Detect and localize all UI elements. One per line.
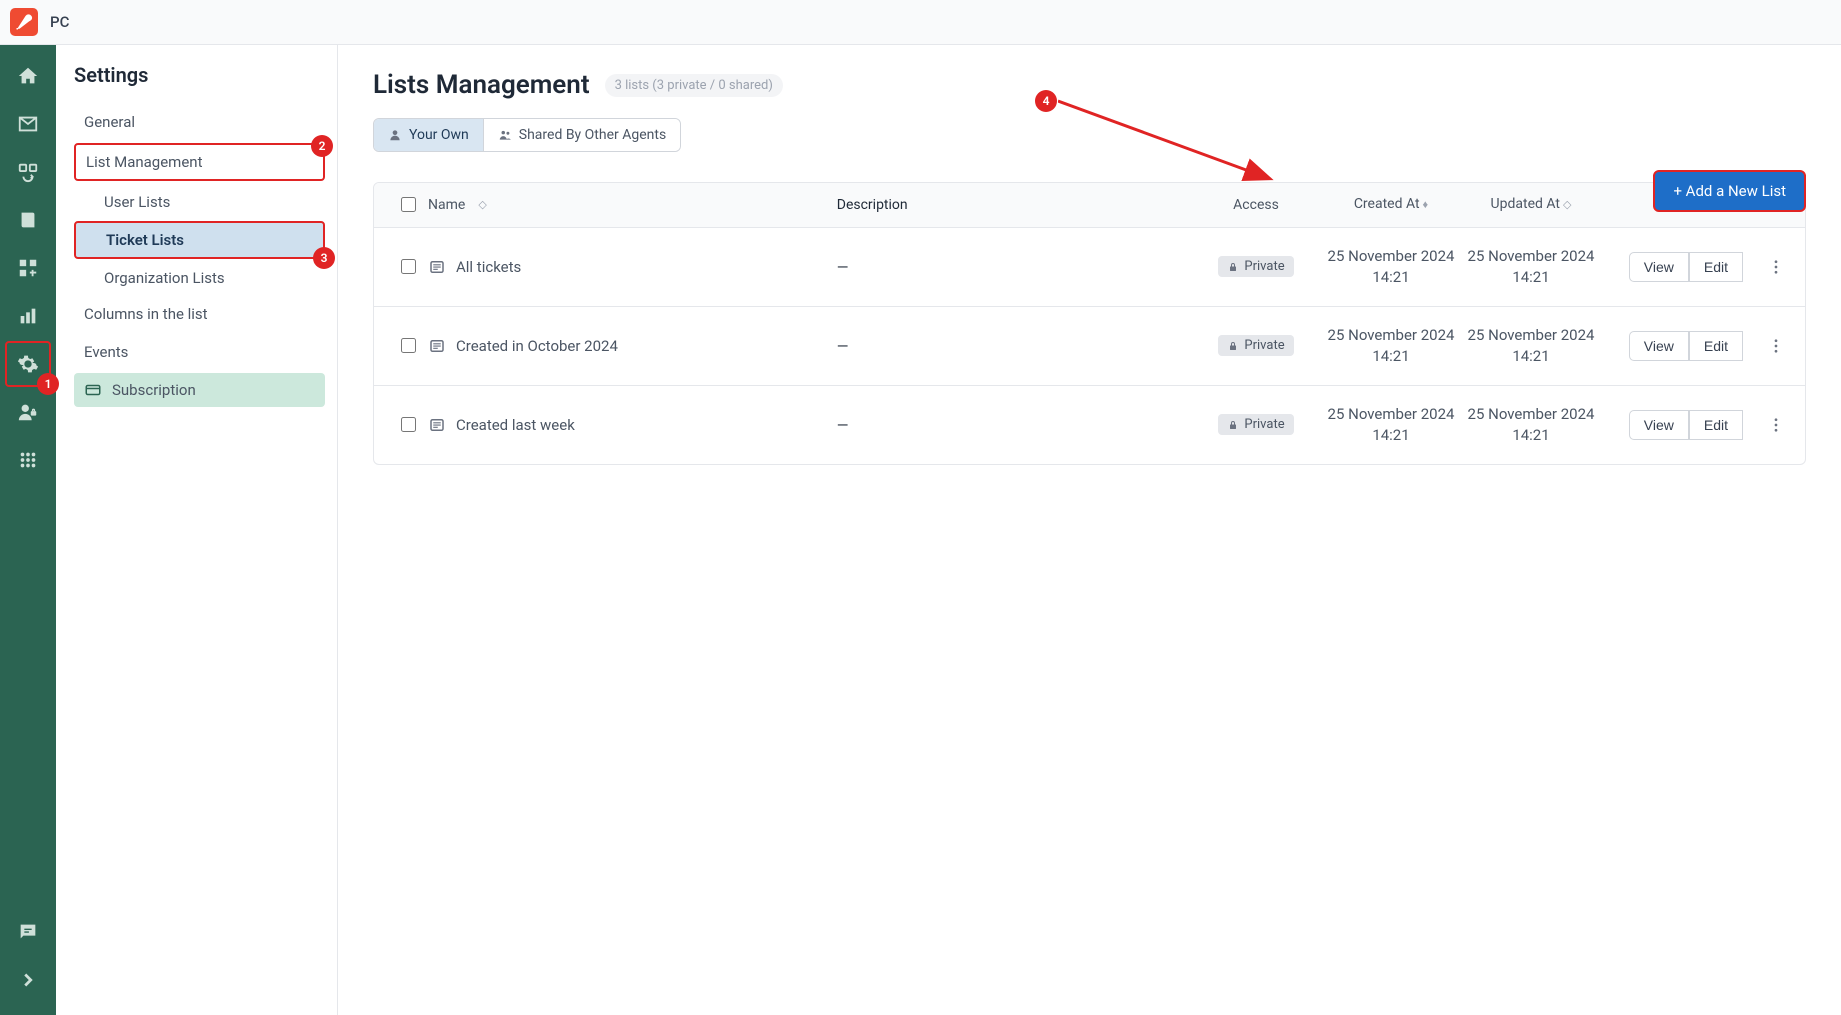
edit-button[interactable]: Edit	[1689, 331, 1743, 361]
sidebar-item-label: List Management	[86, 153, 202, 171]
nav-apps[interactable]	[5, 437, 51, 483]
credit-card-icon	[84, 381, 102, 399]
col-name[interactable]: Name	[428, 197, 465, 213]
sidebar-item-general[interactable]: General	[74, 105, 325, 139]
table-row: All tickets — Private 25 November 202414:21…	[374, 228, 1805, 307]
list-icon	[428, 258, 446, 276]
sidebar-item-list-management[interactable]: List Management 2	[74, 143, 325, 181]
row-created: 25 November 202414:21	[1321, 325, 1461, 367]
row-created: 25 November 202414:21	[1321, 246, 1461, 288]
row-description: —	[837, 337, 1191, 355]
sidebar-heading: Settings	[74, 63, 325, 87]
nav-expand[interactable]	[5, 957, 51, 1003]
sort-icon: ♦	[1423, 198, 1429, 211]
view-button[interactable]: View	[1629, 410, 1689, 440]
view-button[interactable]: View	[1629, 252, 1689, 282]
nav-user-lock[interactable]	[5, 389, 51, 435]
access-badge: Private	[1218, 414, 1293, 435]
row-description: —	[837, 258, 1191, 276]
sidebar-item-columns[interactable]: Columns in the list	[74, 297, 325, 331]
nav-book[interactable]	[5, 197, 51, 243]
row-description: —	[837, 416, 1191, 434]
table-row: Created in October 2024 — Private 25 Novemb…	[374, 307, 1805, 386]
users-icon	[498, 128, 512, 142]
select-all-checkbox[interactable]	[401, 197, 416, 212]
access-badge: Private	[1218, 335, 1293, 356]
row-updated: 25 November 202414:21	[1461, 246, 1601, 288]
sidebar-item-label: Ticket Lists	[106, 231, 184, 249]
settings-sidebar: Settings General List Management 2 User …	[56, 45, 338, 1015]
row-created: 25 November 202414:21	[1321, 404, 1461, 446]
main-content: Lists Management 3 lists (3 private / 0 …	[338, 45, 1841, 1015]
nav-reports[interactable]	[5, 293, 51, 339]
col-created[interactable]: Created At	[1354, 196, 1420, 212]
annotation-4: 4	[1035, 90, 1057, 112]
nav-mail[interactable]	[5, 101, 51, 147]
row-menu-button[interactable]	[1761, 416, 1791, 434]
nav-home[interactable]	[5, 53, 51, 99]
edit-button[interactable]: Edit	[1689, 252, 1743, 282]
page-title: Lists Management	[373, 70, 590, 100]
topbar: PC	[0, 0, 1841, 45]
sidebar-item-subscription[interactable]: Subscription	[74, 373, 325, 407]
row-name: Created last week	[456, 416, 575, 434]
row-name: All tickets	[456, 258, 521, 276]
col-access[interactable]: Access	[1233, 197, 1279, 213]
nav-add-grid[interactable]	[5, 245, 51, 291]
sidebar-item-label: Subscription	[112, 381, 196, 399]
edit-button[interactable]: Edit	[1689, 410, 1743, 440]
nav-sidebar: 1	[0, 45, 56, 1015]
row-updated: 25 November 202414:21	[1461, 404, 1601, 446]
user-icon	[388, 128, 402, 142]
nav-chat[interactable]	[5, 909, 51, 955]
sort-icon: ◇	[1563, 198, 1571, 211]
sidebar-sub-user-lists[interactable]: User Lists	[74, 185, 325, 219]
sidebar-sub-org-lists[interactable]: Organization Lists	[74, 261, 325, 295]
app-logo	[10, 8, 38, 36]
annotation-arrow	[1058, 93, 1278, 188]
access-badge: Private	[1218, 256, 1293, 277]
row-checkbox[interactable]	[401, 338, 416, 353]
tab-label: Shared By Other Agents	[519, 127, 666, 143]
row-name: Created in October 2024	[456, 337, 618, 355]
row-menu-button[interactable]	[1761, 337, 1791, 355]
list-icon	[428, 416, 446, 434]
lock-icon	[1227, 419, 1239, 431]
row-checkbox[interactable]	[401, 417, 416, 432]
table-header: Name ◇ Description Access Created At♦ Upd…	[374, 183, 1805, 228]
sort-icon: ◇	[478, 198, 486, 211]
tab-your-own[interactable]: Your Own	[374, 119, 483, 151]
lock-icon	[1227, 261, 1239, 273]
table-row: Created last week — Private 25 November 202…	[374, 386, 1805, 464]
tab-label: Your Own	[409, 127, 469, 143]
add-new-list-button[interactable]: + Add a New List	[1653, 170, 1806, 212]
col-description[interactable]: Description	[837, 197, 908, 213]
lock-icon	[1227, 340, 1239, 352]
annotation-2: 2	[311, 135, 333, 157]
annotation-3: 3	[313, 247, 335, 269]
col-updated[interactable]: Updated At	[1491, 196, 1560, 212]
row-updated: 25 November 202414:21	[1461, 325, 1601, 367]
sidebar-sub-ticket-lists[interactable]: Ticket Lists 3	[74, 221, 325, 259]
view-button[interactable]: View	[1629, 331, 1689, 361]
list-icon	[428, 337, 446, 355]
row-checkbox[interactable]	[401, 259, 416, 274]
tab-shared[interactable]: Shared By Other Agents	[483, 119, 680, 151]
lists-table: Name ◇ Description Access Created At♦ Upd…	[373, 182, 1806, 465]
brand-label: PC	[50, 13, 69, 31]
nav-settings[interactable]: 1	[5, 341, 51, 387]
row-menu-button[interactable]	[1761, 258, 1791, 276]
list-count-badge: 3 lists (3 private / 0 shared)	[605, 74, 783, 97]
nav-swap[interactable]	[5, 149, 51, 195]
sidebar-item-events[interactable]: Events	[74, 335, 325, 369]
tabs: Your Own Shared By Other Agents	[373, 118, 681, 152]
